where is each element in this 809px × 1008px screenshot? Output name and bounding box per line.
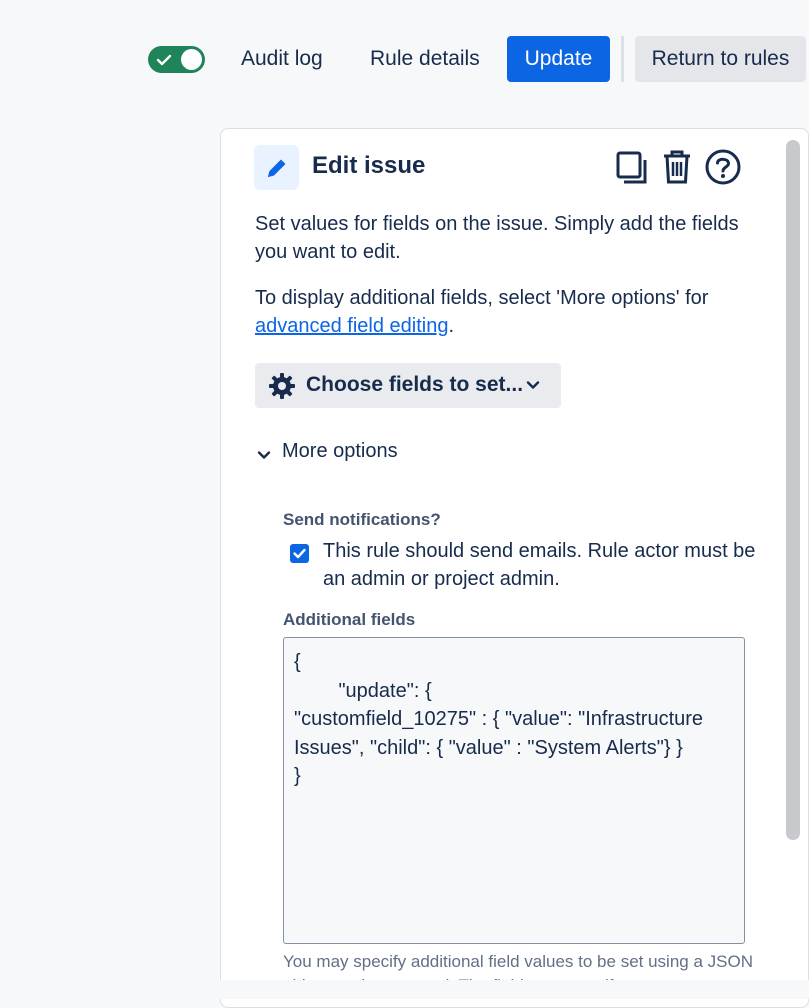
send-notifications-text: This rule should send emails. Rule actor… (323, 540, 756, 590)
rule-details-link[interactable]: Rule details (358, 36, 492, 82)
toggle-knob (181, 49, 202, 70)
edit-action-icon-box (254, 145, 299, 190)
send-notifications-checkbox[interactable] (290, 544, 309, 563)
check-icon (156, 54, 172, 66)
toolbar-divider (621, 36, 624, 82)
return-to-rules-button[interactable]: Return to rules (635, 36, 806, 82)
choose-fields-label: Choose fields to set... (306, 373, 524, 396)
rule-enabled-toggle[interactable] (148, 46, 205, 73)
additional-fields-help: You may specify additional field values … (283, 952, 753, 980)
panel-title: Edit issue (312, 152, 426, 179)
rule-toolbar: Audit log Rule details Update Return to … (0, 0, 809, 110)
update-button[interactable]: Update (507, 36, 610, 82)
edit-issue-description: Set values for fields on the issue. Simp… (255, 213, 739, 263)
hint-suffix: . (448, 315, 455, 337)
send-notifications-label: Send notifications? (283, 510, 441, 529)
advanced-field-editing-link[interactable]: advanced field editing (255, 315, 448, 337)
more-options-label: More options (282, 440, 398, 462)
duplicate-icon[interactable] (614, 148, 650, 186)
gear-icon (269, 373, 295, 399)
additional-fields-label: Additional fields (283, 610, 416, 629)
pencil-icon (268, 159, 286, 177)
trash-icon[interactable] (661, 148, 693, 186)
advanced-editing-hint: To display additional fields, select 'Mo… (255, 284, 765, 340)
hint-prefix: To display additional fields, select 'Mo… (255, 287, 709, 309)
chevron-down-icon (526, 381, 540, 389)
choose-fields-button[interactable]: Choose fields to set... (255, 363, 561, 408)
help-icon[interactable] (704, 148, 742, 186)
check-icon (293, 548, 306, 559)
additional-fields-json-input[interactable]: { "update": { "customfield_10275" : { "v… (283, 637, 745, 944)
page-bottom-edge (220, 980, 809, 999)
audit-log-link[interactable]: Audit log (229, 36, 335, 82)
chevron-down-icon (257, 451, 271, 459)
panel-scrollbar[interactable] (786, 140, 800, 840)
